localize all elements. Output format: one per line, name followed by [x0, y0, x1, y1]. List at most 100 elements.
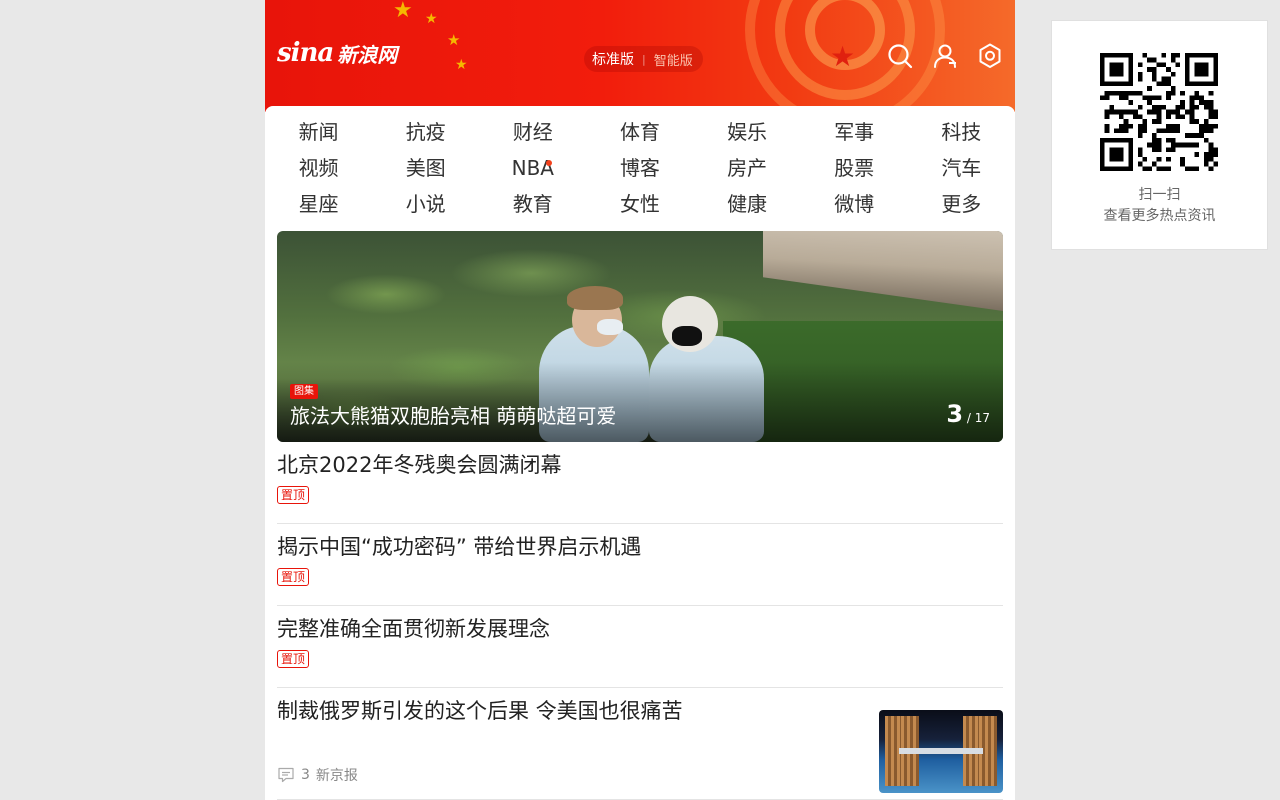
- qr-module: [1128, 67, 1134, 72]
- news-item[interactable]: 完整准确全面贯彻新发展理念 置顶: [277, 614, 1003, 688]
- qr-module: [1137, 133, 1143, 138]
- qr-module: [1128, 71, 1134, 77]
- qr-module: [1213, 53, 1218, 58]
- nav-item-photos[interactable]: 美图: [372, 150, 479, 186]
- qr-module: [1208, 142, 1214, 148]
- nav-item-more[interactable]: 更多: [908, 186, 1015, 222]
- hero-caption[interactable]: 旅法大熊猫双胞胎亮相 萌萌哒超可爱: [290, 402, 616, 430]
- qr-module: [1118, 114, 1124, 120]
- qr-module: [1180, 156, 1185, 162]
- nav-item-education[interactable]: 教育: [479, 186, 586, 222]
- qr-module: [1175, 53, 1181, 58]
- nav-row: 视频 美图 NBA 博客 房产 股票 汽车: [265, 150, 1015, 186]
- nav-item-novels[interactable]: 小说: [372, 186, 479, 222]
- nav-item-anti-epidemic[interactable]: 抗疫: [372, 114, 479, 150]
- news-title[interactable]: 北京2022年冬残奥会圆满闭幕: [277, 450, 1003, 480]
- standard-version-option[interactable]: 标准版: [592, 49, 634, 69]
- qr-module: [1109, 137, 1115, 143]
- qr-scan-label: 扫一扫: [1138, 187, 1181, 203]
- search-icon[interactable]: [886, 42, 914, 70]
- pinned-badge: 置顶: [277, 568, 310, 586]
- qr-module: [1151, 57, 1157, 63]
- nav-item-astrology[interactable]: 星座: [265, 186, 372, 222]
- qr-module: [1208, 53, 1214, 58]
- news-item[interactable]: 制裁俄罗斯引发的这个后果 令美国也很痛苦 3 新京报: [277, 696, 1003, 800]
- qr-module: [1203, 161, 1209, 167]
- news-item[interactable]: 北京2022年冬残奥会圆满闭幕 置顶: [277, 450, 1003, 524]
- nav-item-finance[interactable]: 财经: [479, 114, 586, 150]
- nav-item-health[interactable]: 健康: [694, 186, 801, 222]
- nav-item-video[interactable]: 视频: [265, 150, 372, 186]
- flag-star-icon: ★: [447, 31, 461, 49]
- nav-item-real-estate[interactable]: 房产: [694, 150, 801, 186]
- qr-module: [1213, 81, 1218, 87]
- news-title[interactable]: 制裁俄罗斯引发的这个后果 令美国也很痛苦: [277, 696, 857, 726]
- qr-module: [1142, 128, 1148, 134]
- qr-module: [1147, 95, 1152, 101]
- qr-module: [1156, 81, 1162, 87]
- qr-module: [1194, 90, 1200, 96]
- qr-module: [1133, 109, 1138, 115]
- news-title[interactable]: 揭示中国“成功密码” 带给世界启示机遇: [277, 532, 1003, 562]
- qr-module: [1147, 57, 1152, 63]
- nav-item-nba[interactable]: NBA: [479, 150, 586, 186]
- sina-logo[interactable]: sina 新浪网: [277, 38, 397, 68]
- qr-module: [1123, 166, 1129, 171]
- qr-module: [1147, 86, 1152, 91]
- qr-module: [1142, 53, 1148, 58]
- qr-module: [1151, 104, 1157, 110]
- qr-module: [1184, 133, 1190, 138]
- nav-item-blog[interactable]: 博客: [586, 150, 693, 186]
- qr-module: [1100, 156, 1105, 162]
- qr-module: [1213, 57, 1218, 63]
- qr-module: [1213, 123, 1218, 129]
- qr-module: [1199, 128, 1204, 134]
- nav-item-auto[interactable]: 汽车: [908, 150, 1015, 186]
- nav-row: 星座 小说 教育 女性 健康 微博 更多: [265, 186, 1015, 222]
- qr-module: [1208, 104, 1214, 110]
- qr-module: [1189, 119, 1195, 124]
- qr-module: [1100, 81, 1105, 87]
- comment-count: 3: [301, 767, 310, 783]
- qr-module: [1147, 109, 1152, 115]
- nav-item-weibo[interactable]: 微博: [801, 186, 908, 222]
- qr-module: [1194, 119, 1200, 124]
- nav-item-tech[interactable]: 科技: [908, 114, 1015, 150]
- qr-module: [1189, 142, 1195, 148]
- smart-version-option[interactable]: 智能版: [654, 50, 693, 69]
- mobile-page: ★ ★ ★ ★ ★ sina 新浪网 标准版 | 智能版 新闻 抗疫 财经 体育…: [265, 0, 1015, 800]
- news-thumbnail[interactable]: [879, 710, 1003, 793]
- qr-module: [1194, 152, 1200, 157]
- nav-item-women[interactable]: 女性: [586, 186, 693, 222]
- version-toggle[interactable]: 标准版 | 智能版: [584, 46, 703, 72]
- nav-item-news[interactable]: 新闻: [265, 114, 372, 150]
- qr-module: [1203, 123, 1209, 129]
- qr-module: [1100, 137, 1105, 143]
- user-icon[interactable]: [931, 42, 959, 70]
- qr-module: [1114, 156, 1119, 162]
- qr-module: [1184, 57, 1190, 63]
- news-source: 新京报: [315, 768, 358, 784]
- news-title[interactable]: 完整准确全面贯彻新发展理念: [277, 614, 1003, 644]
- qr-module: [1151, 137, 1157, 143]
- qr-module: [1142, 166, 1148, 171]
- qr-module: [1180, 142, 1185, 148]
- qr-module: [1203, 156, 1209, 162]
- qr-module: [1161, 62, 1167, 68]
- qr-module: [1175, 142, 1181, 148]
- qr-module: [1151, 133, 1157, 138]
- nav-item-stocks[interactable]: 股票: [801, 150, 908, 186]
- nav-item-sports[interactable]: 体育: [586, 114, 693, 150]
- qr-module: [1213, 109, 1218, 115]
- qr-module: [1142, 156, 1148, 162]
- qr-module: [1170, 147, 1176, 153]
- qr-module: [1189, 114, 1195, 120]
- nav-item-entertainment[interactable]: 娱乐: [694, 114, 801, 150]
- qr-hint-label: 查看更多热点资讯: [1103, 208, 1216, 224]
- hero-gallery-card[interactable]: 图集 旅法大熊猫双胞胎亮相 萌萌哒超可爱 3 / 17: [277, 231, 1003, 442]
- news-item[interactable]: 揭示中国“成功密码” 带给世界启示机遇 置顶: [277, 532, 1003, 606]
- nav-item-military[interactable]: 军事: [801, 114, 908, 150]
- gallery-total: / 17: [966, 411, 990, 425]
- qr-module: [1166, 95, 1171, 101]
- gear-icon[interactable]: [976, 42, 1004, 70]
